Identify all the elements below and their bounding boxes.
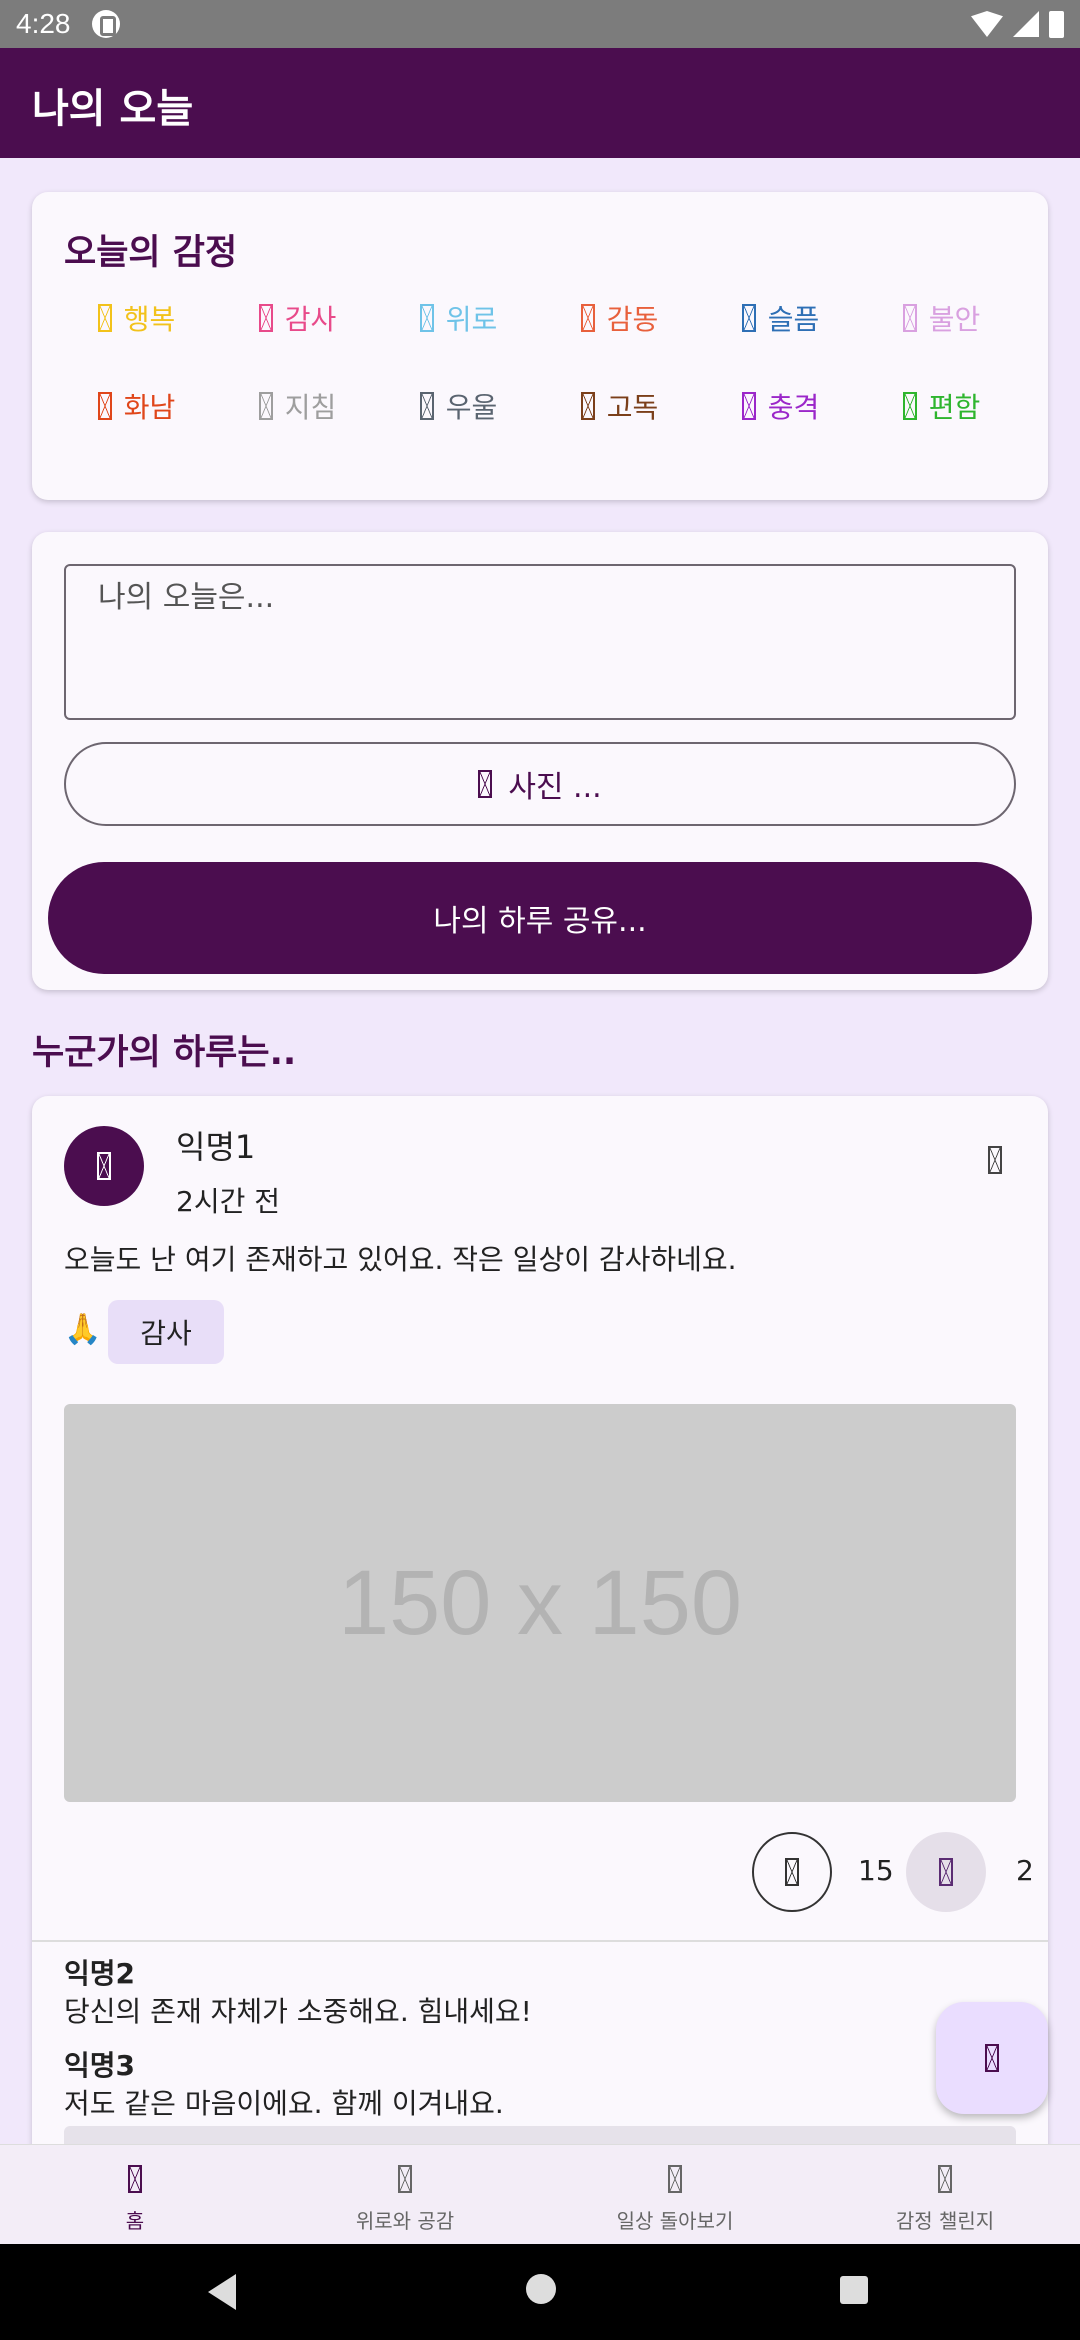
compose-card: 나의 오늘은... 사진 ... 나의 하루 공유... (32, 532, 1048, 990)
moved-icon (580, 304, 595, 332)
thanks-icon (258, 304, 273, 332)
emotion-label: 슬픔 (767, 303, 820, 336)
emotion-selector-card: 오늘의 감정 행복 감사 위로 감동 슬픔 불안 화남 지침 우울 고독 충격 … (32, 192, 1048, 500)
praying-hands-icon: 🙏 (64, 1312, 102, 1347)
status-time: 4:28 (16, 8, 71, 39)
post-body: 오늘도 난 여기 존재하고 있어요. 작은 일상이 감사하네요. (64, 1243, 737, 1276)
back-icon[interactable] (208, 2274, 236, 2310)
add-photo-label: 사진 ... (508, 770, 602, 805)
emotion-chip-happy[interactable]: 행복 (56, 300, 217, 336)
bottom-nav: 홈 위로와 공감 일상 돌아보기 감정 챌린지 (0, 2144, 1080, 2244)
post-emotion-tag: 감사 (108, 1300, 224, 1364)
write-fab[interactable] (936, 2002, 1048, 2114)
nav-label: 위로와 공감 (355, 2209, 455, 2233)
home-icon (128, 2165, 142, 2193)
emotion-label: 감동 (606, 303, 659, 336)
post-card: 익명1 2시간 전 오늘도 난 여기 존재하고 있어요. 작은 일상이 감사하네… (32, 1096, 1048, 2156)
emotion-chip-shocked[interactable]: 충격 (700, 388, 861, 424)
nav-label: 일상 돌아보기 (616, 2209, 734, 2233)
comfort-button[interactable] (752, 1832, 832, 1912)
nav-item-comfort-empathy[interactable]: 위로와 공감 (270, 2145, 540, 2244)
feed-section-title: 누군가의 하루는.. (32, 1033, 297, 1073)
empathy-button[interactable] (906, 1832, 986, 1912)
nav-item-home[interactable]: 홈 (0, 2145, 270, 2244)
diary-input-placeholder: 나의 오늘은... (98, 580, 275, 615)
image-placeholder-text: 150 x 150 (337, 1551, 743, 1654)
nav-item-emotion-challenge[interactable]: 감정 챌린지 (810, 2145, 1080, 2244)
comfort-count: 15 (858, 1854, 894, 1887)
sad-icon (741, 304, 756, 332)
emotion-label: 화남 (123, 391, 176, 424)
emotion-label: 불안 (928, 303, 981, 336)
emotion-label: 충격 (767, 391, 820, 424)
post-image: 150 x 150 (64, 1404, 1016, 1802)
system-nav-bar (0, 2244, 1080, 2340)
home-circle-icon[interactable] (526, 2274, 556, 2304)
calendar-icon (668, 2165, 682, 2193)
comfort-icon (419, 304, 434, 332)
app-notification-icon (92, 10, 120, 38)
relaxed-icon (902, 392, 917, 420)
signal-icon (1013, 11, 1039, 37)
emotion-label: 행복 (123, 303, 176, 336)
lonely-icon (580, 392, 595, 420)
avatar (64, 1126, 144, 1206)
emotion-label: 우울 (445, 391, 498, 424)
emotion-chip-anxious[interactable]: 불안 (861, 300, 1022, 336)
nav-item-daily-review[interactable]: 일상 돌아보기 (540, 2145, 810, 2244)
shocked-icon (741, 392, 756, 420)
emotion-chip-relaxed[interactable]: 편함 (861, 388, 1022, 424)
emotion-chip-tired[interactable]: 지침 (217, 388, 378, 424)
app-bar: 나의 오늘 (0, 48, 1080, 158)
heart-icon (398, 2165, 412, 2193)
emotion-label: 감사 (284, 303, 337, 336)
edit-icon (985, 2044, 999, 2072)
emotion-label: 편함 (928, 391, 981, 424)
status-bar: 4:28 (0, 0, 1080, 48)
emotion-chip-angry[interactable]: 화남 (56, 388, 217, 424)
recents-icon[interactable] (840, 2276, 868, 2304)
emotion-label: 위로 (445, 303, 498, 336)
emotion-chip-sad[interactable]: 슬픔 (700, 300, 861, 336)
emotion-label: 고독 (606, 391, 659, 424)
emotion-label: 지침 (284, 391, 337, 424)
add-photo-button[interactable]: 사진 ... (64, 742, 1016, 826)
comment-author: 익명3 (64, 2049, 136, 2082)
empathy-count: 2 (1016, 1854, 1034, 1887)
emotion-chip-depressed[interactable]: 우울 (378, 388, 539, 424)
status-icons (971, 10, 1064, 38)
comment-text: 저도 같은 마음이에요. 함께 이겨내요. (64, 2087, 504, 2120)
happy-icon (97, 304, 112, 332)
nav-label: 감정 챌린지 (895, 2209, 995, 2233)
depressed-icon (419, 392, 434, 420)
emotion-chip-moved[interactable]: 감동 (539, 300, 700, 336)
emotion-chip-lonely[interactable]: 고독 (539, 388, 700, 424)
photo-icon (478, 770, 493, 798)
share-day-button[interactable]: 나의 하루 공유... (48, 862, 1032, 974)
post-time: 2시간 전 (176, 1185, 280, 1218)
more-options-icon[interactable] (988, 1146, 1002, 1174)
emotion-chip-comfort[interactable]: 위로 (378, 300, 539, 336)
empathy-icon (939, 1858, 953, 1886)
comment-text: 당신의 존재 자체가 소중해요. 힘내세요! (64, 1995, 532, 2028)
wifi-icon (971, 11, 1003, 37)
trophy-icon (938, 2165, 952, 2193)
comment-author: 익명2 (64, 1957, 136, 1990)
person-icon (97, 1152, 111, 1180)
comments-divider (32, 1940, 1048, 1942)
emotion-grid: 행복 감사 위로 감동 슬픔 불안 화남 지침 우울 고독 충격 편함 (56, 300, 1026, 424)
nav-label: 홈 (125, 2209, 145, 2233)
emotion-chip-thanks[interactable]: 감사 (217, 300, 378, 336)
diary-text-input[interactable]: 나의 오늘은... (64, 564, 1016, 720)
anxious-icon (902, 304, 917, 332)
app-title: 나의 오늘 (32, 86, 194, 132)
emotion-section-title: 오늘의 감정 (64, 233, 238, 273)
comfort-icon (785, 1858, 799, 1886)
tired-icon (258, 392, 273, 420)
battery-icon (1049, 10, 1064, 38)
post-author: 익명1 (176, 1128, 256, 1166)
angry-icon (97, 392, 112, 420)
